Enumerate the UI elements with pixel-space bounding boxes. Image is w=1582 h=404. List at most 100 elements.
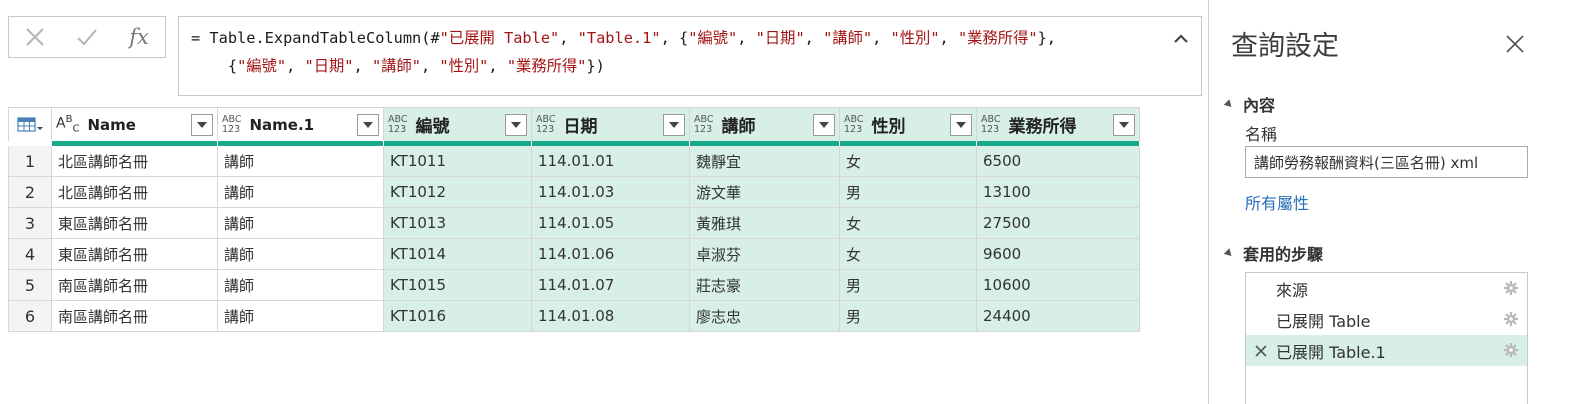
column-header-id[interactable]: ABC 123 編號 <box>384 107 532 141</box>
table-row: 6 南區講師名冊 講師 KT1016 114.01.08 廖志忠男 24400 <box>8 301 1140 332</box>
table-cell[interactable]: KT1012 <box>384 177 532 208</box>
row-number: 1 <box>8 146 52 177</box>
formula-bar[interactable]: = Table.ExpandTableColumn(#"已展開 Table", … <box>178 16 1202 96</box>
column-filter-dropdown[interactable] <box>950 114 972 136</box>
table-cell[interactable]: 114.01.01 <box>532 146 690 177</box>
table-cell[interactable]: 女 <box>840 146 977 177</box>
table-cell[interactable]: KT1015 <box>384 270 532 301</box>
table-cell[interactable]: 女 <box>840 208 977 239</box>
chevron-down-icon <box>363 122 373 128</box>
any-type-icon: ABC 123 <box>222 114 242 135</box>
table-cell[interactable]: KT1014 <box>384 239 532 270</box>
table-cell[interactable]: KT1011 <box>384 146 532 177</box>
column-filter-dropdown[interactable] <box>505 114 527 136</box>
table-cell[interactable]: 9600 <box>977 239 1140 270</box>
table-cell[interactable]: 女 <box>840 239 977 270</box>
column-filter-dropdown[interactable] <box>191 114 213 136</box>
column-header-lecturer[interactable]: ABC 123 講師 <box>690 107 840 141</box>
table-cell[interactable]: 東區講師名冊 <box>52 239 218 270</box>
step-source[interactable]: 來源 <box>1246 273 1527 304</box>
table-cell[interactable]: 講師 <box>218 177 384 208</box>
table-cell[interactable]: 13100 <box>977 177 1140 208</box>
table-cell[interactable]: 講師 <box>218 208 384 239</box>
all-properties-link[interactable]: 所有屬性 <box>1245 190 1309 214</box>
column-title: 編號 <box>415 117 450 137</box>
step-expanded-table-1[interactable]: 已展開 Table.1 <box>1246 335 1527 366</box>
table-cell[interactable]: 北區講師名冊 <box>52 177 218 208</box>
column-header-name[interactable]: ABC Name <box>52 107 218 141</box>
table-cell[interactable]: 114.01.03 <box>532 177 690 208</box>
table-cell[interactable]: 北區講師名冊 <box>52 146 218 177</box>
delete-step-icon[interactable] <box>1254 343 1268 362</box>
table-cell[interactable]: 魏靜宜 <box>690 146 840 177</box>
insert-function-button[interactable]: fx <box>113 17 165 57</box>
any-type-icon: ABC 123 <box>694 114 714 135</box>
table-cell[interactable]: 6500 <box>977 146 1140 177</box>
table-cell[interactable]: 南區講師名冊 <box>52 301 218 332</box>
grid-body: 1 北區講師名冊 講師 KT1011 114.01.01 魏靜宜女 6500 2 北區講師名冊講… <box>8 146 1140 332</box>
table-cell[interactable]: 卓淑芬 <box>690 239 840 270</box>
close-panel-button[interactable] <box>1505 34 1525 54</box>
chevron-down-icon <box>819 122 829 128</box>
gear-icon[interactable] <box>1503 342 1519 362</box>
table-cell[interactable]: 講師 <box>218 301 384 332</box>
collapse-formula-button[interactable] <box>1169 27 1193 51</box>
table-cell[interactable]: 莊志豪 <box>690 270 840 301</box>
table-cell[interactable]: 男 <box>840 301 977 332</box>
table-cell[interactable]: 東區講師名冊 <box>52 208 218 239</box>
query-settings-panel: 查詢設定 內容 名稱 所有屬性 套用的步驟 來源 已展開 Table 已展開 T… <box>1208 0 1582 404</box>
query-name-input[interactable] <box>1245 146 1528 178</box>
table-cell[interactable]: 講師 <box>218 146 384 177</box>
column-title: 講師 <box>721 117 756 137</box>
column-filter-dropdown[interactable] <box>1113 114 1135 136</box>
table-cell[interactable]: 南區講師名冊 <box>52 270 218 301</box>
grid-header-row: ABC Name ABC 123 Name.1 ABC 123 編號 ABC 123 … <box>8 107 1140 141</box>
gear-icon[interactable] <box>1503 311 1519 331</box>
table-row: 2 北區講師名冊 講師 KT1012 114.01.03 游文華男 13100 <box>8 177 1140 208</box>
column-header-income[interactable]: ABC 123 業務所得 <box>977 107 1140 141</box>
chevron-down-icon <box>669 122 679 128</box>
column-header-date[interactable]: ABC 123 日期 <box>532 107 690 141</box>
column-header-name-1[interactable]: ABC 123 Name.1 <box>218 107 384 141</box>
column-header-gender[interactable]: ABC 123 性別 <box>840 107 977 141</box>
step-label: 已展開 Table <box>1276 311 1371 331</box>
table-menu-button[interactable] <box>8 107 52 141</box>
table-cell[interactable]: 講師 <box>218 239 384 270</box>
table-cell[interactable]: 114.01.06 <box>532 239 690 270</box>
column-title: Name.1 <box>249 115 315 134</box>
table-cell[interactable]: 27500 <box>977 208 1140 239</box>
collapse-triangle-icon <box>1223 247 1235 259</box>
table-cell[interactable]: 24400 <box>977 301 1140 332</box>
table-cell[interactable]: 黃雅琪 <box>690 208 840 239</box>
any-type-icon: ABC 123 <box>844 114 864 135</box>
row-number: 5 <box>8 270 52 301</box>
table-cell[interactable]: 講師 <box>218 270 384 301</box>
table-cell[interactable]: 114.01.08 <box>532 301 690 332</box>
formula-line-1: = Table.ExpandTableColumn(#"已展開 Table", … <box>191 29 1056 47</box>
column-filter-dropdown[interactable] <box>663 114 685 136</box>
applied-steps-section-header[interactable]: 套用的步驟 <box>1223 241 1323 265</box>
table-cell[interactable]: 男 <box>840 177 977 208</box>
collapse-triangle-icon <box>1223 98 1235 110</box>
table-cell[interactable]: 男 <box>840 270 977 301</box>
step-expanded-table[interactable]: 已展開 Table <box>1246 304 1527 335</box>
table-cell[interactable]: 廖志忠 <box>690 301 840 332</box>
chevron-down-icon <box>1119 122 1129 128</box>
table-cell[interactable]: 114.01.07 <box>532 270 690 301</box>
table-cell[interactable]: KT1013 <box>384 208 532 239</box>
table-cell[interactable]: 114.01.05 <box>532 208 690 239</box>
gear-icon[interactable] <box>1503 280 1519 300</box>
table-cell[interactable]: 10600 <box>977 270 1140 301</box>
column-filter-dropdown[interactable] <box>813 114 835 136</box>
properties-section-header[interactable]: 內容 <box>1223 92 1275 116</box>
confirm-formula-button[interactable] <box>61 17 113 57</box>
table-cell[interactable]: 游文華 <box>690 177 840 208</box>
row-number: 4 <box>8 239 52 270</box>
formula-buttons: fx <box>8 16 166 58</box>
cancel-formula-button[interactable] <box>9 17 61 57</box>
table-cell[interactable]: KT1016 <box>384 301 532 332</box>
column-title: 業務所得 <box>1008 117 1077 137</box>
name-label: 名稱 <box>1245 125 1278 144</box>
column-filter-dropdown[interactable] <box>357 114 379 136</box>
row-number: 2 <box>8 177 52 208</box>
